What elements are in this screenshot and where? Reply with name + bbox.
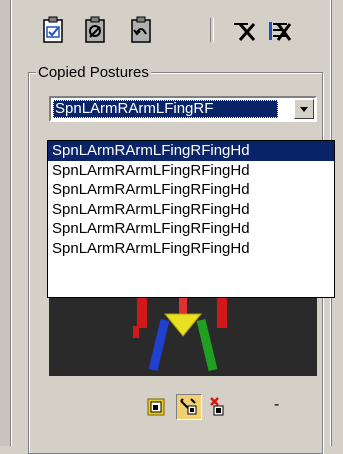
capture-toolbar: - bbox=[144, 392, 304, 422]
list-item[interactable]: SpnLArmRArmLFingRFingHd bbox=[48, 161, 334, 181]
capture-icon bbox=[147, 398, 165, 416]
delete-capture-button[interactable] bbox=[206, 394, 232, 420]
chevron-down-icon[interactable] bbox=[294, 99, 314, 119]
list-item[interactable]: SpnLArmRArmLFingRFingHd bbox=[48, 219, 334, 239]
delete-posture-button[interactable] bbox=[230, 14, 260, 46]
paste-opposite-posture-button[interactable] bbox=[126, 14, 156, 46]
paste-posture-icon bbox=[85, 16, 105, 43]
postures-combo[interactable]: SpnLArmRArmLFingRF bbox=[49, 96, 317, 122]
list-item[interactable]: SpnLArmRArmLFingRFingHd bbox=[48, 200, 334, 220]
delete-capture-icon bbox=[210, 397, 224, 416]
combo-selected-value: SpnLArmRArmLFingRF bbox=[53, 100, 278, 118]
delete-all-postures-button[interactable] bbox=[266, 14, 296, 46]
postures-dropdown-list[interactable]: SpnLArmRArmLFingRFingHd SpnLArmRArmLFing… bbox=[47, 140, 335, 298]
list-item[interactable]: SpnLArmRArmLFingRFingHd bbox=[48, 180, 334, 200]
toolbar-separator bbox=[210, 18, 214, 42]
copy-posture-icon bbox=[43, 16, 63, 43]
paste-opposite-posture-icon bbox=[131, 16, 151, 43]
list-item[interactable]: SpnLArmRArmLFingRFingHd bbox=[48, 141, 334, 161]
dash-label: - bbox=[274, 396, 280, 413]
delete-all-postures-icon bbox=[269, 22, 292, 41]
list-item[interactable]: SpnLArmRArmLFingRFingHd bbox=[48, 239, 334, 259]
group-label: Copied Postures bbox=[36, 64, 151, 81]
posture-toolbar bbox=[40, 12, 310, 52]
paste-posture-button[interactable] bbox=[82, 14, 112, 46]
delete-posture-icon bbox=[234, 23, 256, 41]
copy-posture-button[interactable] bbox=[40, 14, 70, 46]
capture-button[interactable] bbox=[144, 394, 170, 420]
auto-capture-button[interactable] bbox=[176, 394, 202, 420]
left-panel-edge bbox=[0, 0, 12, 446]
auto-capture-icon bbox=[180, 398, 197, 415]
